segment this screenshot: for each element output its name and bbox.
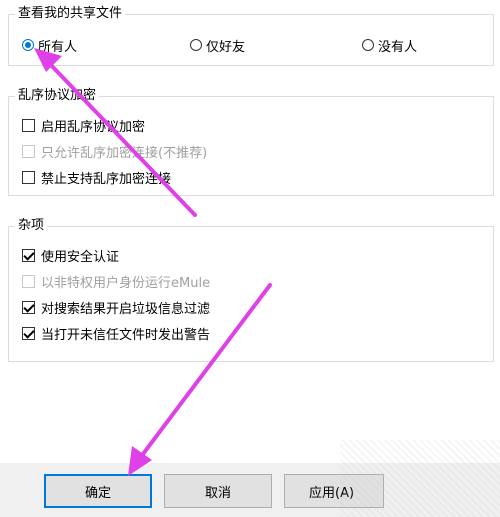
arrow-to-everyone-icon bbox=[34, 48, 197, 217]
arrow-to-ok-icon bbox=[128, 283, 272, 476]
annotation-arrows bbox=[34, 48, 272, 476]
